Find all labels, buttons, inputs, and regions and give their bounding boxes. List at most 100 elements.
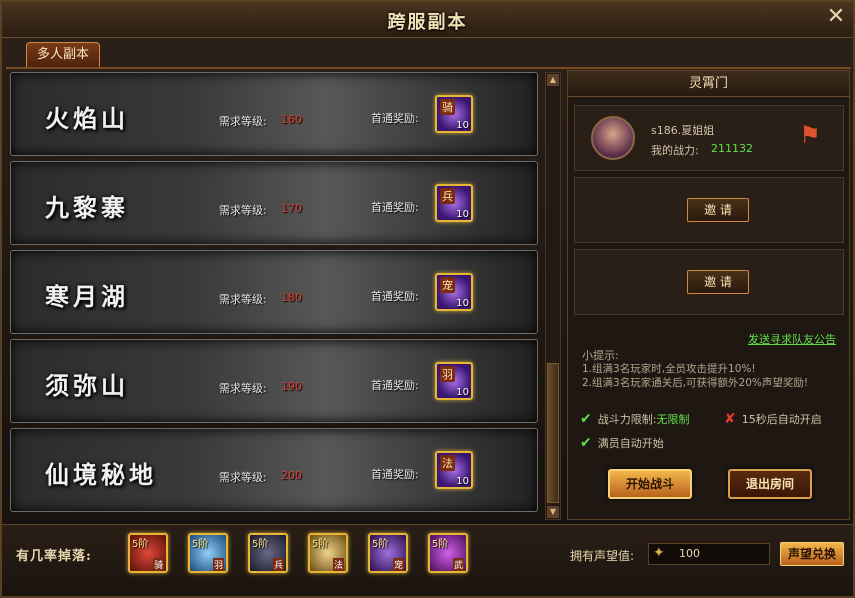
- dungeon-list-scrollbar[interactable]: ▲ ▼: [545, 72, 561, 520]
- required-level-value: 160: [281, 113, 302, 126]
- dungeon-row[interactable]: 寒月湖 需求等级: 180 首通奖励: 宠 10: [10, 250, 538, 334]
- dungeon-row[interactable]: 须弥山 需求等级: 190 首通奖励: 羽 10: [10, 339, 538, 423]
- first-clear-reward-label: 首通奖励:: [371, 290, 419, 303]
- drop-item[interactable]: 5阶 法: [308, 533, 348, 573]
- scroll-up-icon[interactable]: ▲: [547, 74, 559, 86]
- reward-qty: 10: [456, 476, 469, 487]
- first-clear-reward-label: 首通奖励:: [371, 379, 419, 392]
- tab-divider: [6, 67, 851, 69]
- auto-start-full-condition[interactable]: ✔ 满员自动开始: [580, 435, 664, 451]
- dungeon-row[interactable]: 火焰山 需求等级: 160 首通奖励: 骑 10: [10, 72, 538, 156]
- first-clear-reward-label: 首通奖励:: [371, 201, 419, 214]
- reward-qty: 10: [456, 120, 469, 131]
- reward-item-icon[interactable]: 骑 10: [435, 95, 473, 133]
- drop-tier: 5阶: [432, 539, 449, 550]
- reward-qty: 10: [456, 387, 469, 398]
- drop-class: 羽: [212, 558, 224, 571]
- tab-multiplayer-dungeon[interactable]: 多人副本: [26, 42, 100, 68]
- drop-item[interactable]: 5阶 羽: [188, 533, 228, 573]
- scroll-thumb[interactable]: [547, 363, 559, 503]
- dungeon-name: 须弥山: [45, 371, 129, 400]
- drop-tier: 5阶: [372, 539, 389, 550]
- reputation-icon: ✦: [653, 545, 665, 561]
- start-battle-button[interactable]: 开始战斗: [608, 469, 692, 499]
- drop-class: 法: [332, 558, 344, 571]
- tip-line: 1.组满3名玩家时,全员攻击提升10%!: [582, 363, 756, 375]
- close-icon[interactable]: ✕: [825, 6, 847, 28]
- first-clear-reward-label: 首通奖励:: [371, 468, 419, 481]
- reputation-value: 100: [679, 547, 700, 560]
- reward-glyph: 宠: [440, 277, 455, 293]
- required-level-label: 需求等级:: [219, 293, 267, 306]
- drop-item[interactable]: 5阶 宠: [368, 533, 408, 573]
- check-icon: ✔: [580, 411, 592, 427]
- reputation-label: 拥有声望值:: [570, 549, 635, 563]
- power-limit-condition: ✔ 战斗力限制:无限制: [580, 411, 689, 427]
- reward-glyph: 羽: [440, 366, 455, 382]
- invite-button[interactable]: 邀 请: [687, 270, 749, 294]
- reward-item-icon[interactable]: 羽 10: [435, 362, 473, 400]
- cross-server-dungeon-window: 跨服副本 ✕ 多人副本 火焰山 需求等级: 160 首通奖励: 骑 10 九黎寨…: [0, 0, 855, 598]
- dungeon-name: 寒月湖: [45, 282, 129, 311]
- title-bar: 跨服副本 ✕: [2, 2, 853, 38]
- drop-tier: 5阶: [312, 539, 329, 550]
- dungeon-list: 火焰山 需求等级: 160 首通奖励: 骑 10 九黎寨 需求等级: 170 首…: [10, 72, 540, 520]
- drop-class: 兵: [272, 558, 284, 571]
- drop-tier: 5阶: [252, 539, 269, 550]
- room-title: 灵霄门: [568, 71, 849, 97]
- reward-item-icon[interactable]: 宠 10: [435, 273, 473, 311]
- team-slot-empty: 邀 请: [574, 177, 844, 243]
- window-title: 跨服副本: [387, 12, 468, 33]
- player-name: s186.夏姐姐: [651, 124, 715, 137]
- reputation-value-box: ✦ 100: [648, 543, 770, 565]
- reputation-exchange-button[interactable]: 声望兑换: [780, 542, 844, 566]
- drop-class: 武: [452, 558, 464, 571]
- reward-glyph: 兵: [440, 188, 455, 204]
- power-limit-label: 战斗力限制:: [597, 413, 657, 426]
- cross-icon: ✘: [724, 411, 736, 427]
- check-icon: ✔: [580, 435, 592, 451]
- reward-glyph: 骑: [440, 99, 455, 115]
- scroll-down-icon[interactable]: ▼: [547, 506, 559, 518]
- player-power-value: 211132: [711, 142, 753, 155]
- required-level-value: 190: [281, 380, 302, 393]
- reward-qty: 10: [456, 209, 469, 220]
- possible-drops-label: 有几率掉落:: [16, 549, 92, 564]
- send-team-recruit-link[interactable]: 发送寻求队友公告: [748, 331, 836, 347]
- invite-button[interactable]: 邀 请: [687, 198, 749, 222]
- dungeon-row[interactable]: 九黎寨 需求等级: 170 首通奖励: 兵 10: [10, 161, 538, 245]
- drop-class: 宠: [392, 558, 404, 571]
- drop-item[interactable]: 5阶 兵: [248, 533, 288, 573]
- required-level-value: 170: [281, 202, 302, 215]
- dungeon-row[interactable]: 仙境秘地 需求等级: 200 首通奖励: 法 10: [10, 428, 538, 512]
- exit-room-button[interactable]: 退出房间: [728, 469, 812, 499]
- drop-class: 骑: [152, 558, 164, 571]
- required-level-value: 180: [281, 291, 302, 304]
- bottom-bar: 有几率掉落: 5阶 骑 5阶 羽 5阶 兵 5阶 法 5阶 宠 5阶 武 拥有声…: [2, 524, 853, 596]
- power-limit-value: 无限制: [656, 413, 690, 426]
- dungeon-name: 仙境秘地: [45, 460, 157, 489]
- dungeon-name: 火焰山: [45, 104, 129, 133]
- reward-item-icon[interactable]: 法 10: [435, 451, 473, 489]
- reward-glyph: 法: [440, 455, 455, 471]
- required-level-label: 需求等级:: [219, 382, 267, 395]
- team-slot-empty: 邀 请: [574, 249, 844, 315]
- auto-start-full-label: 满员自动开始: [597, 437, 664, 450]
- team-slot-leader: s186.夏姐姐 我的战力: 211132 ⚑: [574, 105, 844, 171]
- drop-item[interactable]: 5阶 武: [428, 533, 468, 573]
- required-level-label: 需求等级:: [219, 471, 267, 484]
- dungeon-name: 九黎寨: [45, 193, 129, 222]
- player-power-label: 我的战力:: [651, 144, 699, 157]
- required-level-label: 需求等级:: [219, 115, 267, 128]
- reward-item-icon[interactable]: 兵 10: [435, 184, 473, 222]
- flag-icon[interactable]: ⚑: [795, 122, 825, 148]
- first-clear-reward-label: 首通奖励:: [371, 112, 419, 125]
- tip-line: 2.组满3名玩家通关后,可获得额外20%声望奖励!: [582, 377, 809, 389]
- avatar[interactable]: [591, 116, 635, 160]
- drop-item[interactable]: 5阶 骑: [128, 533, 168, 573]
- drop-tier: 5阶: [132, 539, 149, 550]
- reward-qty: 10: [456, 298, 469, 309]
- auto-start-timer-condition[interactable]: ✘ 15秒后自动开启: [724, 411, 822, 427]
- auto-start-timer-label: 15秒后自动开启: [741, 413, 822, 426]
- required-level-label: 需求等级:: [219, 204, 267, 217]
